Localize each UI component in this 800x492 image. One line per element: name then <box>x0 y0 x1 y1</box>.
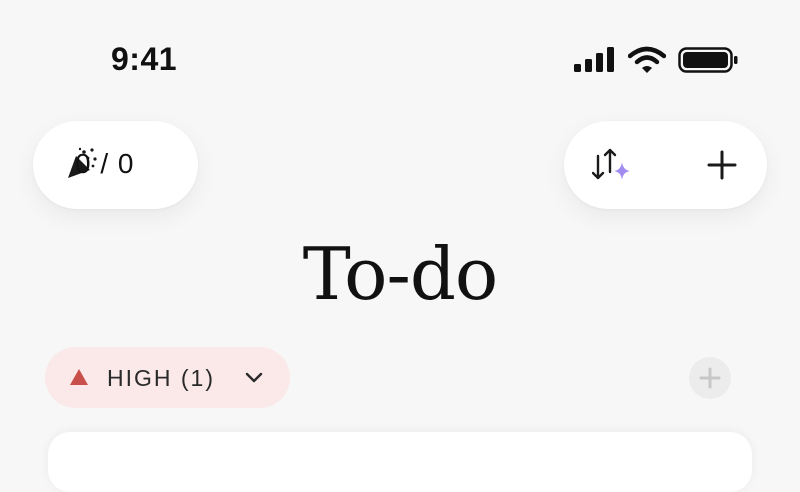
add-task-plus-icon[interactable] <box>706 149 738 181</box>
status-time: 9:41 <box>111 41 178 77</box>
task-card[interactable] <box>48 432 752 492</box>
wifi-icon <box>628 46 666 73</box>
priority-group-label: HIGH (1) <box>107 365 215 391</box>
completion-counter: 0 / 0 <box>75 148 135 179</box>
page-title: To-do <box>302 232 499 316</box>
triangle-up-icon <box>70 369 88 385</box>
plus-icon <box>699 367 721 389</box>
chevron-down-icon <box>245 372 263 383</box>
cellular-signal-icon <box>574 47 614 72</box>
sort-ai-icon[interactable] <box>592 146 632 186</box>
battery-icon <box>678 47 738 73</box>
